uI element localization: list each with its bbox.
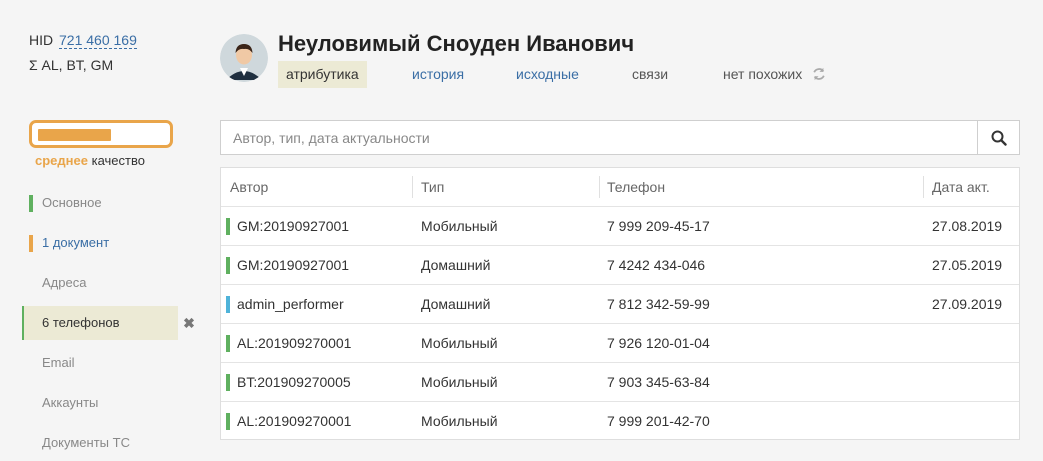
hid-line: HID 721 460 169: [29, 32, 137, 49]
sidebar-item-accounts[interactable]: Аккаунты: [28, 386, 200, 420]
sources-summary: Σ AL, BT, GM: [29, 57, 114, 73]
sidebar-item-email[interactable]: Email: [28, 346, 200, 380]
source-color-bar: [226, 296, 230, 313]
status-bar: [29, 235, 33, 252]
hid-value-link[interactable]: 721 460 169: [59, 32, 137, 49]
tab-history[interactable]: история: [412, 61, 464, 88]
column-divider: [923, 176, 924, 198]
source-color-bar: [226, 374, 230, 391]
table-header: Автор Тип Телефон Дата акт.: [221, 168, 1019, 207]
refresh-icon[interactable]: [812, 61, 826, 88]
search-icon: [991, 130, 1007, 146]
cell-type: Домашний: [421, 257, 491, 273]
cell-author: AL:201909270001: [237, 335, 352, 351]
sidebar-item-main[interactable]: Основное: [28, 186, 200, 220]
table-row[interactable]: admin_performer Домашний 7 812 342-59-99 27…: [221, 285, 1019, 324]
cell-phone: 7 812 342-59-99: [607, 296, 710, 312]
source-color-bar: [226, 335, 230, 352]
person-name: Неуловимый Сноуден Иванович: [278, 31, 635, 56]
table-row[interactable]: AL:201909270001 Мобильный 7 999 201-42-70: [221, 402, 1019, 441]
cell-date: 27.09.2019: [932, 296, 1003, 312]
cell-author: GM:20190927001: [237, 257, 350, 273]
tab-similar-label: нет похожих: [723, 66, 803, 82]
column-header-phone[interactable]: Телефон: [607, 168, 665, 207]
search-button[interactable]: [977, 121, 1019, 154]
table-row[interactable]: GM:20190927001 Домашний 7 4242 434-046 27.0…: [221, 246, 1019, 285]
sidebar-item-phones[interactable]: 6 телефонов ✖: [22, 306, 200, 340]
person-avatar-icon: [220, 34, 268, 82]
cell-type: Мобильный: [421, 335, 498, 351]
sidebar-item-label: Аккаунты: [42, 395, 99, 410]
cell-author: BT:201909270005: [237, 374, 351, 390]
sidebar-item-vehicle-docs[interactable]: Документы ТС: [28, 426, 200, 460]
source-color-bar: [226, 257, 230, 274]
table-body: GM:20190927001 Мобильный 7 999 209-45-17 27…: [221, 207, 1019, 441]
sidebar-item-label: Основное: [42, 195, 102, 210]
cell-author: GM:20190927001: [237, 218, 350, 234]
close-icon[interactable]: ✖: [178, 306, 200, 340]
sidebar-item-label: 1 документ: [42, 235, 110, 250]
table-row[interactable]: AL:201909270001 Мобильный 7 926 120-01-04: [221, 324, 1019, 363]
column-header-type[interactable]: Тип: [421, 168, 444, 207]
sidebar-item-label: Адреса: [42, 275, 87, 290]
column-header-author[interactable]: Автор: [230, 168, 268, 207]
column-header-date[interactable]: Дата акт.: [932, 168, 990, 207]
table-row[interactable]: GM:20190927001 Мобильный 7 999 209-45-17 27…: [221, 207, 1019, 246]
search-bar: [220, 120, 1020, 155]
tab-links[interactable]: связи: [632, 61, 668, 88]
column-divider: [412, 176, 413, 198]
tab-similar[interactable]: нет похожих: [723, 61, 826, 88]
cell-phone: 7 999 201-42-70: [607, 413, 710, 429]
tab-attributes[interactable]: атрибутика: [278, 61, 367, 88]
quality-meter: [29, 120, 173, 148]
cell-type: Мобильный: [421, 374, 498, 390]
source-color-bar: [226, 413, 230, 430]
sidebar-item-label: Email: [42, 355, 75, 370]
phones-table: Автор Тип Телефон Дата акт. GM:201909270…: [220, 167, 1020, 440]
quality-caption: среднее качество: [35, 153, 145, 168]
column-divider: [599, 176, 600, 198]
cell-type: Домашний: [421, 296, 491, 312]
sidebar-item-label: 6 телефонов: [42, 315, 120, 330]
tab-sources[interactable]: исходные: [516, 61, 579, 88]
cell-type: Мобильный: [421, 218, 498, 234]
cell-phone: 7 903 345-63-84: [607, 374, 710, 390]
cell-author: admin_performer: [237, 296, 344, 312]
cell-date: 27.05.2019: [932, 257, 1003, 273]
hid-label: HID: [29, 32, 54, 48]
cell-phone: 7 999 209-45-17: [607, 218, 710, 234]
quality-meter-fill: [38, 129, 111, 141]
cell-author: AL:201909270001: [237, 413, 352, 429]
status-bar: [29, 195, 33, 212]
table-row[interactable]: BT:201909270005 Мобильный 7 903 345-63-84: [221, 363, 1019, 402]
avatar: [220, 34, 268, 82]
quality-label: качество: [91, 153, 145, 168]
cell-phone: 7 926 120-01-04: [607, 335, 710, 351]
search-input[interactable]: [221, 121, 976, 154]
cell-date: 27.08.2019: [932, 218, 1003, 234]
quality-level: среднее: [35, 153, 88, 168]
sidebar-item-label: Документы ТС: [42, 435, 130, 450]
cell-phone: 7 4242 434-046: [607, 257, 706, 273]
cell-type: Мобильный: [421, 413, 498, 429]
source-color-bar: [226, 218, 230, 235]
sidebar-item-addresses[interactable]: Адреса: [28, 266, 200, 300]
sidebar-item-documents[interactable]: 1 документ: [28, 226, 200, 260]
